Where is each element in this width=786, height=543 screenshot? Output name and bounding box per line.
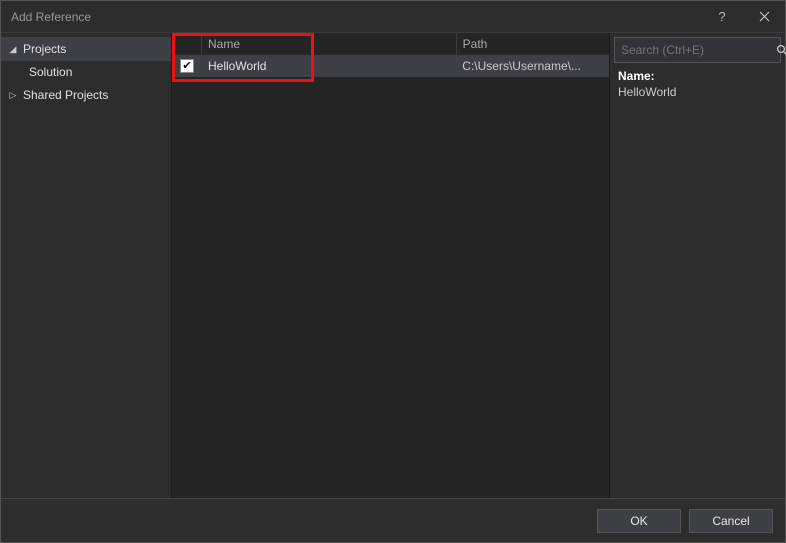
sidebar-item-solution[interactable]: Solution — [1, 61, 171, 83]
detail-name-label: Name: — [618, 69, 777, 83]
row-path-cell: C:\Users\Username\... — [456, 59, 609, 73]
titlebar: Add Reference ? — [1, 1, 785, 33]
row-path-value: C:\Users\Username\... — [462, 59, 581, 73]
chevron-down-icon: ◢ — [7, 44, 19, 55]
detail-name-value: HelloWorld — [618, 85, 777, 99]
search-icon[interactable]: ▾ — [776, 44, 786, 56]
row-name-cell: HelloWorld — [202, 59, 456, 73]
table-row[interactable]: ✔ HelloWorld C:\Users\Username\... — [172, 55, 609, 77]
close-button[interactable] — [743, 1, 785, 32]
button-label: Cancel — [712, 514, 749, 528]
help-button[interactable]: ? — [701, 1, 743, 32]
column-header-path[interactable]: Path — [457, 33, 609, 55]
sidebar-item-projects[interactable]: ◢ Projects — [1, 37, 171, 61]
column-header-label: Path — [463, 37, 488, 51]
sidebar-item-label: Shared Projects — [21, 88, 108, 102]
sidebar: ◢ Projects Solution ▷ Shared Projects — [1, 33, 171, 498]
search-box[interactable]: ▾ — [614, 37, 781, 63]
button-label: OK — [630, 514, 647, 528]
column-headers: Name Path — [172, 33, 609, 55]
close-icon — [759, 11, 770, 22]
dialog-title: Add Reference — [11, 10, 91, 24]
dialog-footer: OK Cancel — [1, 498, 785, 542]
column-header-name[interactable]: Name — [202, 33, 457, 55]
sidebar-item-label: Solution — [29, 65, 72, 79]
checkbox-checked-icon[interactable]: ✔ — [180, 59, 194, 73]
reference-list: Name Path ✔ HelloWorld C:\Users\Username… — [171, 33, 610, 498]
column-header-check[interactable] — [172, 33, 202, 55]
search-input[interactable] — [621, 43, 776, 57]
row-name-value: HelloWorld — [208, 59, 266, 73]
sidebar-item-shared-projects[interactable]: ▷ Shared Projects — [1, 83, 171, 107]
add-reference-dialog: Add Reference ? ◢ Projects Solution ▷ Sh… — [0, 0, 786, 543]
ok-button[interactable]: OK — [597, 509, 681, 533]
detail-name: Name: HelloWorld — [610, 69, 785, 99]
cancel-button[interactable]: Cancel — [689, 509, 773, 533]
details-pane: ▾ Name: HelloWorld — [610, 33, 785, 498]
column-header-label: Name — [208, 37, 240, 51]
dialog-body: ◢ Projects Solution ▷ Shared Projects Na… — [1, 33, 785, 498]
row-check-cell[interactable]: ✔ — [172, 59, 202, 73]
sidebar-item-label: Projects — [21, 42, 66, 56]
chevron-right-icon: ▷ — [7, 90, 19, 101]
